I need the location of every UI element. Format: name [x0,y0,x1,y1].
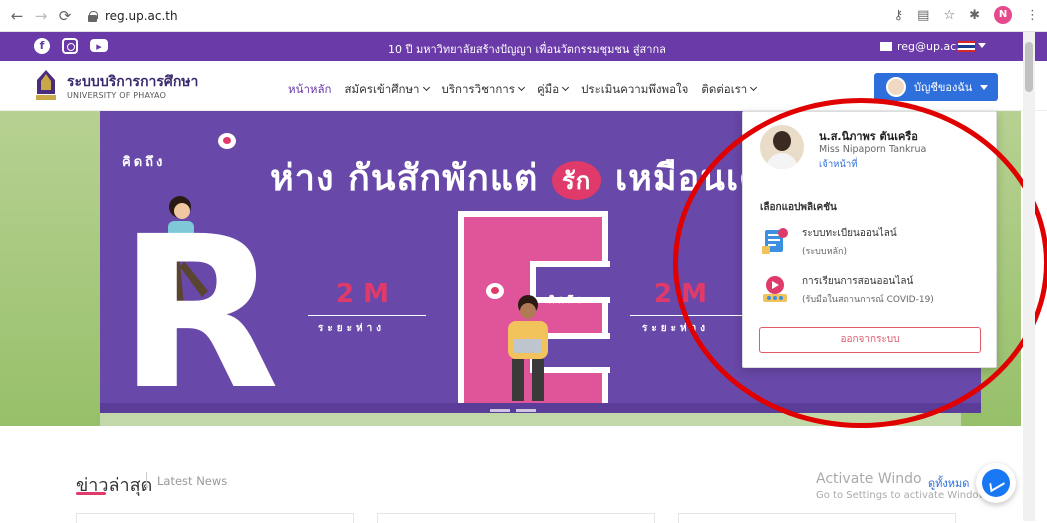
hero-title: ห่าง กันสักพักแต่ รัก เหมือนเดิม [270,158,789,200]
reload-icon[interactable]: ⟳ [56,7,74,25]
app-section-title: เลือกแอปพลิเคชัน [760,202,837,213]
thai-flag-icon[interactable] [958,41,975,52]
news-card[interactable] [678,513,956,523]
brand-title[interactable]: ระบบบริการการศึกษา [67,71,198,93]
user-english-name: Miss Nipaporn Tankrua [819,144,927,155]
menu-item-admission[interactable]: สมัครเข้าศึกษา [345,81,430,99]
address-bar[interactable]: reg.up.ac.th [88,5,958,27]
avatar [886,77,906,97]
main-menu: หน้าหลัก สมัครเข้าศึกษา บริการวิชาการ คู… [288,81,758,99]
announcement-bar: f ▸ 10 ปี มหาวิทยาลัยสร้างปัญญา เพื่อนวั… [0,32,1047,61]
news-subheading: Latest News [157,474,228,488]
menu-dots-icon[interactable]: ⋮ [1026,8,1039,23]
account-label: บัญชีของฉัน [914,81,973,94]
youtube-icon[interactable]: ▸ [90,39,108,53]
announcement-text: 10 ปี มหาวิทยาลัยสร้างปัญญา เพื่อนวัตกรร… [388,43,666,56]
brand-subtitle: UNIVERSITY OF PHAYAO [67,91,167,100]
social-links: f ▸ [34,38,108,54]
logout-button[interactable]: ออกจากระบบ [759,327,981,353]
user-role: เจ้าหน้าที่ [819,159,858,170]
user-photo [760,125,804,169]
activate-windows-watermark: Activate Windo [816,471,922,487]
person-sitting-illustration [508,295,548,401]
menu-item-academic-services[interactable]: บริการวิชาการ [442,81,525,99]
online-learning-app-icon [763,276,787,302]
two-meter-text-1: 2 M [336,279,390,309]
profile-avatar[interactable]: N [994,6,1012,24]
instagram-icon[interactable] [62,38,78,54]
app-item-registration[interactable]: ระบบทะเบียนออนไลน์ (ระบบหลัก) [760,226,897,258]
lock-icon [88,10,98,22]
chevron-down-icon [750,83,758,92]
extensions-icon[interactable]: ✱ [969,8,980,23]
caret-down-icon [980,85,988,90]
letter-r: R [118,191,280,426]
menu-item-home[interactable]: หน้าหลัก [288,81,332,99]
two-meter-text-2: 2 M [654,279,708,309]
account-dropdown: น.ส.นิภาพร ตันเครือ Miss Nipaporn Tankru… [742,111,997,368]
account-button[interactable]: บัญชีของฉัน [874,73,998,101]
facebook-icon[interactable]: f [34,38,50,54]
scrollbar-thumb[interactable] [1025,42,1033,92]
app-item-online-learning[interactable]: การเรียนการสอนออนไลน์ (รับมือในสถานการณ์… [760,274,934,306]
app-subtitle: (ระบบหลัก) [802,247,848,257]
app-subtitle: (รับมือในสถานการณ์ COVID-19) [802,295,934,305]
news-card[interactable] [76,513,354,523]
chevron-down-icon [422,83,430,92]
forward-arrow-icon[interactable]: → [32,7,50,25]
envelope-icon [880,42,892,51]
language-caret-icon[interactable] [978,43,986,48]
back-arrow-icon[interactable]: ← [8,7,26,25]
distance-text-1: ระยะห่าง [318,323,386,334]
app-title: การเรียนการสอนออนไลน์ [802,276,914,287]
love-badge: รัก [551,160,602,200]
site-navbar: ระบบบริการการศึกษา UNIVERSITY OF PHAYAO … [0,61,1047,111]
user-name: น.ส.นิภาพร ตันเครือ [819,130,918,143]
key-icon[interactable]: ⚷ [894,8,904,23]
hero-think-of-text: คิดถึง [122,155,166,170]
app-title: ระบบทะเบียนออนไลน์ [802,228,897,239]
url-text: reg.up.ac.th [105,9,178,23]
heart-icon [218,133,236,149]
translate-icon[interactable]: ▤ [917,8,929,23]
browser-actions: ⚷ ▤ ☆ ✱ N ⋮ [894,6,1039,24]
chevron-down-icon [562,83,570,92]
star-icon[interactable]: ☆ [943,8,955,23]
browser-toolbar: ← → ⟳ reg.up.ac.th ⚷ ▤ ☆ ✱ N ⋮ [0,0,1047,32]
university-logo[interactable] [33,68,59,102]
messenger-chat-icon[interactable] [976,463,1016,503]
slider-indicators[interactable] [490,409,536,412]
menu-item-satisfaction[interactable]: ประเมินความพึงพอใจ [581,81,688,99]
view-all-news-link[interactable]: ดูทั้งหมด [928,474,969,492]
chevron-down-icon [517,83,525,92]
menu-item-contact[interactable]: ติดต่อเรา [701,81,758,99]
page-scrollbar[interactable] [1023,32,1035,521]
news-card[interactable] [377,513,655,523]
registration-app-icon [762,228,788,254]
distance-text-2: ระยะห่าง [642,323,710,334]
menu-item-manual[interactable]: คู่มือ [537,81,570,99]
